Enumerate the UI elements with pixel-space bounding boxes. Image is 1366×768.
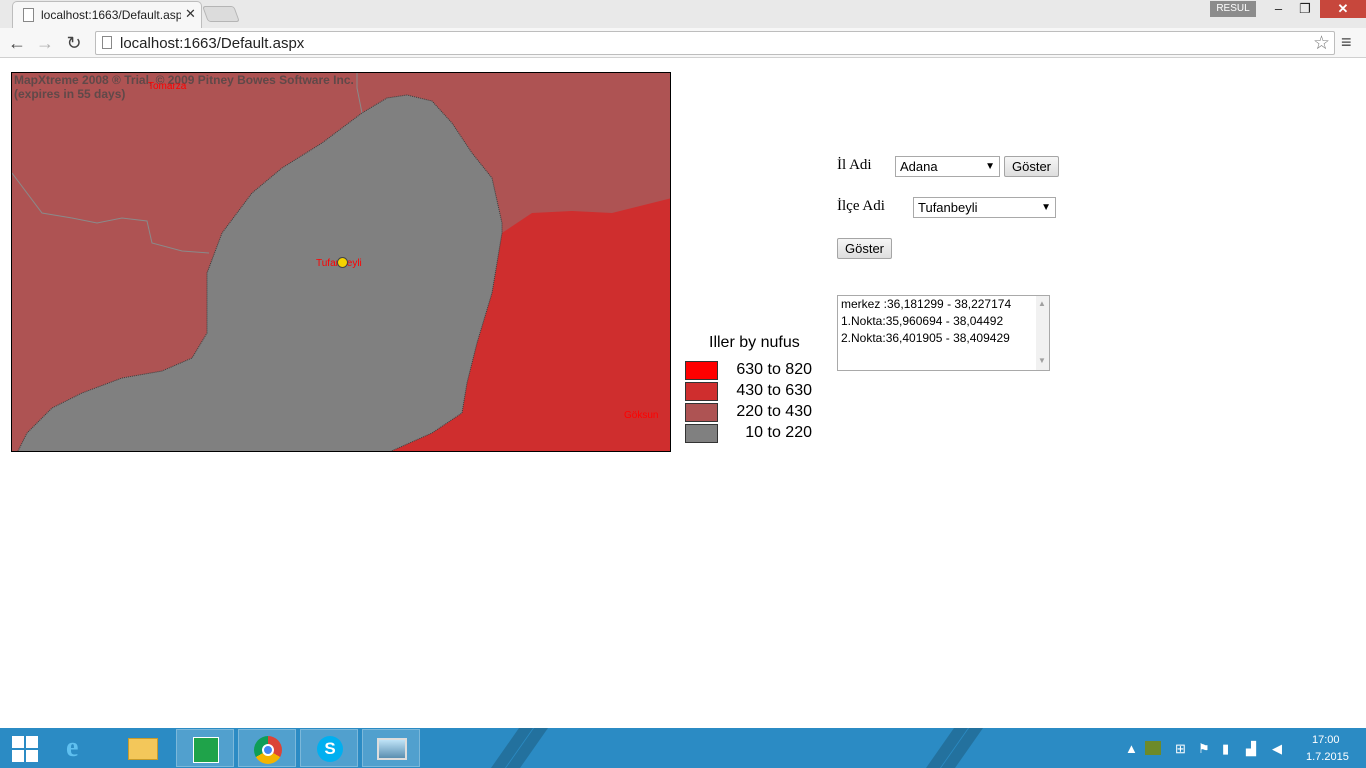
page-favicon-icon (23, 8, 34, 22)
maximize-button[interactable]: ❐ (1292, 0, 1318, 18)
legend-label: 630 to 820 (736, 361, 812, 378)
skype-icon: S (317, 736, 343, 762)
coordinate-line: 2.Nokta:36,401905 - 38,409429 (841, 331, 1010, 345)
windows-logo-icon (26, 736, 38, 748)
battery-icon[interactable]: ▮ (1222, 741, 1229, 757)
coordinate-line: merkez :36,181299 - 38,227174 (841, 297, 1012, 311)
coordinate-line: 1.Nokta:35,960694 - 38,04492 (841, 314, 1004, 328)
minimize-button[interactable]: – (1265, 0, 1292, 18)
coordinates-textarea[interactable]: merkez :36,181299 - 38,227174 1.Nokta:35… (837, 295, 1050, 371)
photos-button[interactable] (362, 729, 420, 767)
legend-swatch (685, 361, 718, 380)
il-adi-label: İl Adi (837, 157, 872, 173)
legend-title: Iller by nufus (709, 334, 800, 351)
legend-item: 220 to 430 (685, 403, 825, 423)
windows-logo-icon (26, 750, 38, 762)
reload-icon[interactable]: ↻ (62, 31, 86, 55)
dropdown-arrow-icon: ▼ (985, 161, 995, 172)
map-label-tomarza: Tomarza (148, 81, 187, 92)
legend-label: 10 to 220 (745, 424, 812, 441)
ilce-select-value: Tufanbeyli (918, 200, 978, 215)
legend-swatch (685, 403, 718, 422)
windows-logo-icon (12, 736, 24, 748)
network-icon[interactable]: ▟ (1246, 741, 1256, 757)
windows-logo-icon (12, 750, 24, 762)
photos-icon (377, 738, 407, 760)
forward-arrow-icon[interactable]: → (33, 31, 57, 55)
file-explorer-button[interactable] (114, 729, 172, 767)
windows-flag-icon[interactable]: ⊞ (1175, 741, 1186, 757)
map-label-goksun: Göksun (624, 410, 659, 421)
new-tab-button[interactable] (202, 6, 240, 22)
tab-default-aspx[interactable]: localhost:1663/Default.aspx ✕ (12, 1, 202, 28)
map-view[interactable]: MapXtreme 2008 ® Trial, © 2009 Pitney Bo… (11, 72, 671, 452)
scroll-down-icon[interactable]: ▼ (1038, 356, 1046, 365)
legend-item: 630 to 820 (685, 361, 825, 381)
il-select-value: Adana (900, 159, 938, 174)
goster-il-button[interactable]: Göster (1004, 156, 1059, 177)
back-arrow-icon[interactable]: ← (5, 31, 29, 55)
textarea-scrollbar[interactable]: ▲ ▼ (1036, 296, 1049, 370)
show-hidden-icons-icon[interactable]: ▲ (1125, 741, 1138, 756)
legend-item: 430 to 630 (685, 382, 825, 402)
user-profile-badge[interactable]: RESUL (1210, 1, 1256, 17)
legend-swatch (685, 382, 718, 401)
internet-explorer-icon: e (66, 732, 79, 763)
url-text[interactable]: localhost:1663/Default.aspx (120, 35, 304, 52)
il-select[interactable]: Adana ▼ (895, 156, 1000, 177)
legend-item: 10 to 220 (685, 424, 825, 444)
goster-ilce-button[interactable]: Göster (837, 238, 892, 259)
scroll-up-icon[interactable]: ▲ (1038, 299, 1046, 308)
location-marker-icon[interactable] (337, 257, 348, 268)
skype-button[interactable]: S (300, 729, 358, 767)
tab-close-icon[interactable]: ✕ (185, 6, 196, 22)
bookmark-star-icon[interactable]: ☆ (1313, 32, 1330, 55)
store-button[interactable] (176, 729, 234, 767)
clock-time[interactable]: 17:00 (1312, 734, 1340, 746)
legend-label: 220 to 430 (736, 403, 812, 420)
boundary-line (12, 172, 210, 254)
clock-date[interactable]: 1.7.2015 (1306, 751, 1349, 763)
browser-menu-icon[interactable]: ≡ (1341, 32, 1352, 53)
boundary-line (356, 73, 363, 114)
page-icon (102, 36, 112, 49)
chrome-icon-center (262, 744, 274, 756)
dropdown-arrow-icon: ▼ (1041, 202, 1051, 213)
ilce-select[interactable]: Tufanbeyli ▼ (913, 197, 1056, 218)
ilce-adi-label: İlçe Adi (837, 198, 885, 214)
store-icon (193, 737, 219, 763)
windows-taskbar: e S ▲ ⊞ ⚑ ▮ ▟ ◀ 17:00 1.7.2015 (0, 728, 1366, 768)
legend-swatch (685, 424, 718, 443)
file-explorer-icon (128, 738, 158, 760)
address-bar[interactable]: localhost:1663/Default.aspx ☆ (95, 31, 1335, 55)
start-button[interactable] (0, 729, 58, 767)
browser-toolbar: ← → ↻ localhost:1663/Default.aspx ☆ ≡ (0, 28, 1366, 58)
chrome-button[interactable] (238, 729, 296, 767)
action-center-flag-icon[interactable]: ⚑ (1198, 741, 1210, 757)
volume-muted-icon[interactable]: ◀ (1272, 741, 1282, 757)
tufanbeyli-region (17, 94, 503, 451)
internet-explorer-button[interactable]: e (52, 729, 110, 767)
browser-tab-bar: localhost:1663/Default.aspx ✕ RESUL – ❐ … (0, 0, 1366, 28)
legend-label: 430 to 630 (736, 382, 812, 399)
app-tray-icon[interactable] (1145, 741, 1161, 755)
tab-title: localhost:1663/Default.aspx (41, 8, 181, 22)
close-window-button[interactable]: ✕ (1320, 0, 1366, 18)
